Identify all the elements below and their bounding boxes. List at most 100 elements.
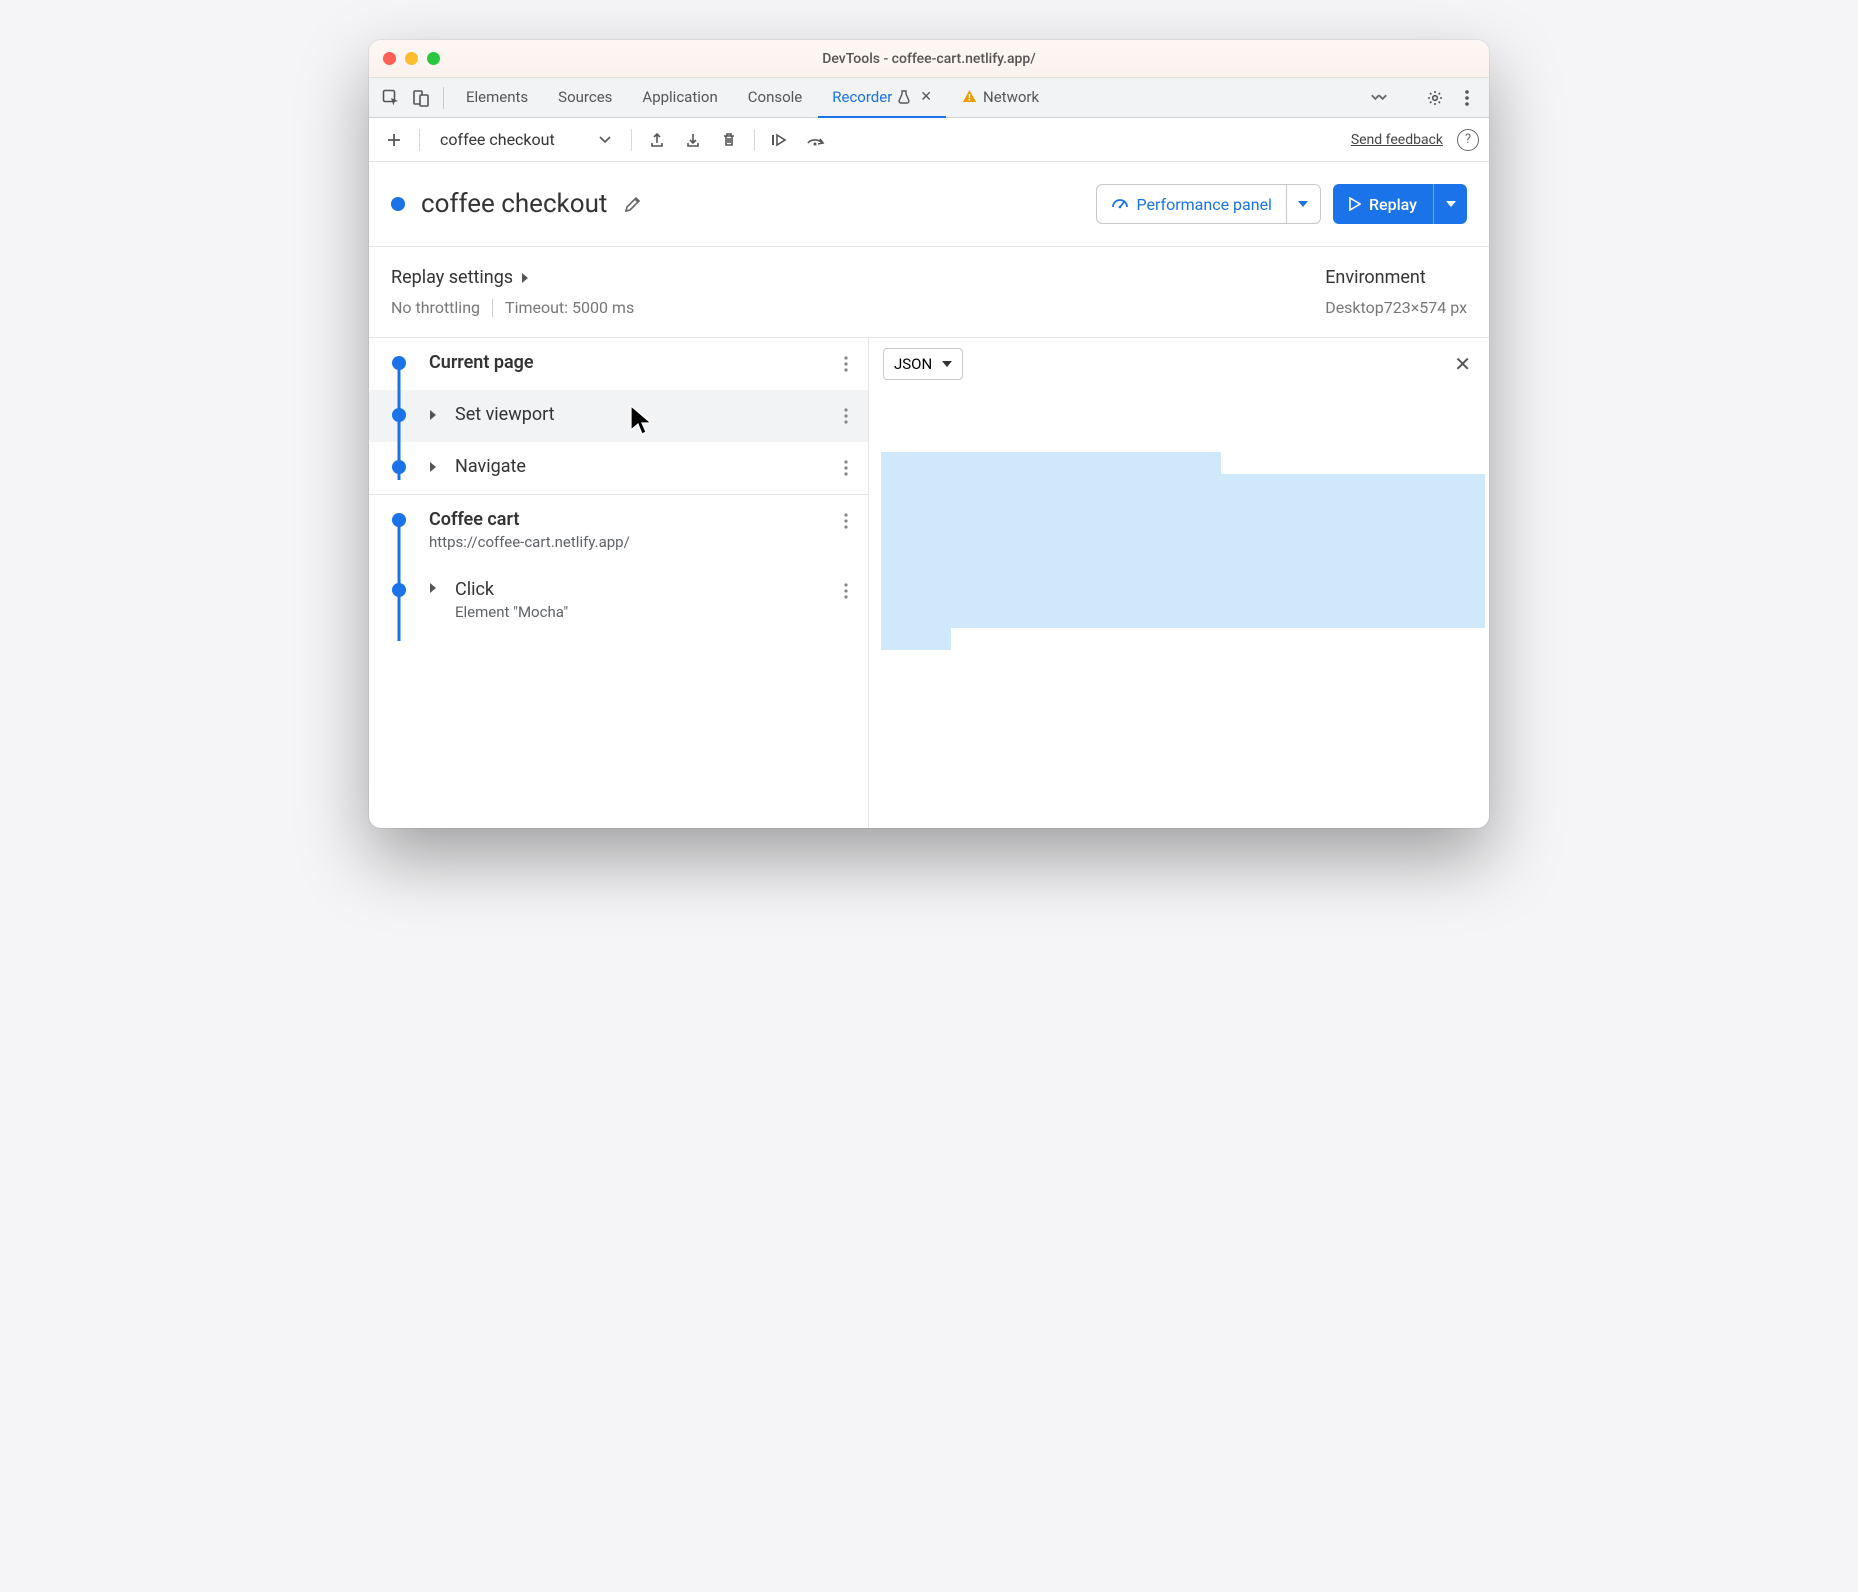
code-column: JSON ✕ <box>869 338 1489 828</box>
divider <box>754 129 755 151</box>
step-menu-icon[interactable] <box>840 456 852 480</box>
step-title: Click <box>455 579 568 600</box>
chevron-down-icon <box>599 136 611 144</box>
chevron-right-icon[interactable] <box>429 582 447 594</box>
tab-elements[interactable]: Elements <box>452 78 542 118</box>
step-play-icon[interactable] <box>765 125 795 155</box>
settings-gear-icon[interactable] <box>1421 84 1449 112</box>
performance-panel-label: Performance panel <box>1137 195 1272 214</box>
tab-network[interactable]: Network <box>948 78 1053 118</box>
recorder-toolbar: coffee checkout Send feedback ? <box>369 118 1489 162</box>
step-title: Current page <box>429 352 534 373</box>
export-icon[interactable] <box>642 125 672 155</box>
warning-icon <box>962 89 977 104</box>
flask-icon <box>898 90 910 104</box>
step-dot-icon <box>392 460 406 474</box>
tab-sources[interactable]: Sources <box>544 78 626 118</box>
delete-icon[interactable] <box>714 125 744 155</box>
performance-panel-dropdown[interactable] <box>1286 185 1320 223</box>
tab-application[interactable]: Application <box>628 78 731 118</box>
main-content: Current page Set viewport <box>369 338 1489 828</box>
devtools-window: DevTools - coffee-cart.netlify.app/ Elem… <box>369 40 1489 828</box>
step-menu-icon[interactable] <box>840 352 852 376</box>
step-dot-icon <box>392 408 406 422</box>
overflow-tabs-icon[interactable] <box>1365 84 1393 112</box>
throttling-value: No throttling <box>391 298 480 317</box>
steps-column: Current page Set viewport <box>369 338 869 828</box>
step-group: Coffee cart https://coffee-cart.netlify.… <box>369 494 868 635</box>
step-menu-icon[interactable] <box>840 579 852 603</box>
step-click[interactable]: Click Element "Mocha" <box>369 565 868 635</box>
step-navigate[interactable]: Navigate <box>369 442 868 494</box>
play-icon <box>1349 197 1361 211</box>
settings-bar: Replay settings No throttling Timeout: 5… <box>369 247 1489 338</box>
device-toggle-icon[interactable] <box>407 84 435 112</box>
recording-title: coffee checkout <box>421 189 607 219</box>
step-dot-icon <box>392 513 406 527</box>
chevron-down-icon <box>942 361 952 367</box>
recording-name-label: coffee checkout <box>440 130 555 149</box>
performance-panel-main[interactable]: Performance panel <box>1097 195 1286 214</box>
tab-label: Recorder <box>832 88 892 106</box>
tab-label: Sources <box>558 88 612 106</box>
step-subtitle: Element "Mocha" <box>455 603 568 621</box>
more-vertical-icon[interactable] <box>1453 84 1481 112</box>
recording-select[interactable]: coffee checkout <box>430 125 621 155</box>
step-title: Navigate <box>455 456 526 477</box>
inspect-element-icon[interactable] <box>377 84 405 112</box>
tab-console[interactable]: Console <box>734 78 817 118</box>
step-current-page[interactable]: Current page <box>369 338 868 390</box>
format-select[interactable]: JSON <box>883 348 963 380</box>
chevron-right-icon[interactable] <box>429 461 447 473</box>
divider <box>492 299 493 317</box>
step-subtitle: https://coffee-cart.netlify.app/ <box>429 533 630 551</box>
import-icon[interactable] <box>678 125 708 155</box>
send-feedback-link[interactable]: Send feedback <box>1351 132 1443 148</box>
edit-title-icon[interactable] <box>623 194 643 214</box>
step-title: Coffee cart <box>429 509 519 530</box>
chevron-right-icon[interactable] <box>429 409 447 421</box>
performance-panel-button: Performance panel <box>1096 184 1321 224</box>
divider <box>419 129 420 151</box>
gauge-icon <box>1111 195 1129 213</box>
window-maximize-button[interactable] <box>427 52 440 65</box>
step-group: Current page Set viewport <box>369 338 868 494</box>
window-title: DevTools - coffee-cart.netlify.app/ <box>369 51 1489 67</box>
traffic-lights <box>383 52 440 65</box>
replay-label: Replay <box>1369 195 1417 214</box>
chevron-right-icon <box>521 272 529 284</box>
recording-dot-icon <box>391 197 405 211</box>
replay-settings-label: Replay settings <box>391 267 513 288</box>
step-title: Set viewport <box>455 404 555 425</box>
step-menu-icon[interactable] <box>840 509 852 533</box>
step-menu-icon[interactable] <box>840 404 852 428</box>
replay-dropdown[interactable] <box>1433 184 1467 224</box>
step-over-icon[interactable] <box>801 125 831 155</box>
replay-main[interactable]: Replay <box>1333 195 1433 214</box>
step-set-viewport[interactable]: Set viewport <box>369 390 868 442</box>
recording-header: coffee checkout Performance panel Replay <box>369 162 1489 247</box>
divider <box>631 129 632 151</box>
panel-tabs: Elements Sources Application Console Rec… <box>369 78 1489 118</box>
window-close-button[interactable] <box>383 52 396 65</box>
environment-size: 723×574 px <box>1384 298 1467 317</box>
new-recording-icon[interactable] <box>379 125 409 155</box>
format-label: JSON <box>894 355 932 373</box>
environment-label: Environment <box>1325 267 1467 288</box>
titlebar: DevTools - coffee-cart.netlify.app/ <box>369 40 1489 78</box>
window-minimize-button[interactable] <box>405 52 418 65</box>
replay-button: Replay <box>1333 184 1467 224</box>
tab-recorder[interactable]: Recorder ✕ <box>818 78 946 118</box>
code-body[interactable] <box>869 386 1489 828</box>
tab-label: Console <box>748 88 803 106</box>
tab-label: Network <box>983 88 1039 106</box>
step-coffee-cart[interactable]: Coffee cart https://coffee-cart.netlify.… <box>369 495 868 565</box>
close-code-icon[interactable]: ✕ <box>1450 348 1475 380</box>
close-tab-icon[interactable]: ✕ <box>920 89 932 105</box>
replay-settings-toggle[interactable]: Replay settings <box>391 267 1325 288</box>
environment-device: Desktop <box>1325 298 1384 317</box>
help-icon[interactable]: ? <box>1457 129 1479 151</box>
step-dot-icon <box>392 583 406 597</box>
tab-label: Application <box>642 88 717 106</box>
timeout-value: Timeout: 5000 ms <box>505 298 634 317</box>
